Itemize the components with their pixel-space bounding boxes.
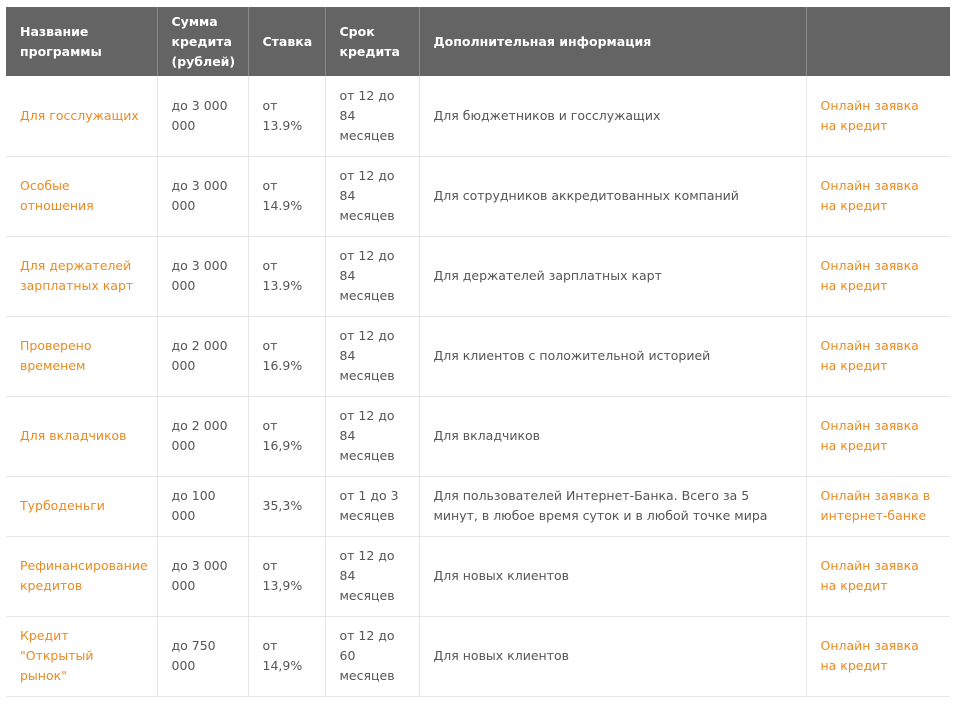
loan-amount-cell: до 3 000 000 — [157, 536, 249, 617]
apply-online-link[interactable]: Онлайн заявка на кредит — [821, 258, 919, 293]
program-name-link[interactable]: Турбоденьги — [6, 476, 158, 537]
program-name-link[interactable]: Для вкладчиков — [6, 396, 158, 477]
term-cell: от 12 до 84 месяцев — [325, 236, 420, 317]
apply-online-cell: Онлайн заявка на кредит — [806, 396, 950, 477]
apply-online-cell: Онлайн заявка на кредит — [806, 536, 950, 617]
info-cell: Для бюджетников и госслужащих — [419, 76, 807, 157]
info-cell: Для держателей зарплатных карт — [419, 236, 807, 317]
apply-online-link[interactable]: Онлайн заявка на кредит — [821, 98, 919, 133]
program-name-link-text[interactable]: Особые отношения — [20, 178, 94, 213]
apply-online-link[interactable]: Онлайн заявка на кредит — [821, 638, 919, 673]
apply-online-link[interactable]: Онлайн заявка на кредит — [821, 418, 919, 453]
table-header-row: Название программы Сумма кредита (рублей… — [6, 7, 950, 76]
table-row: Кредит "Открытый рынок" до 750 000 от 14… — [6, 616, 950, 697]
program-name-link-text[interactable]: Турбоденьги — [20, 498, 105, 513]
rate-cell: от 13.9% — [248, 76, 326, 157]
info-cell: Для вкладчиков — [419, 396, 807, 477]
rate-cell: 35,3% — [248, 476, 326, 537]
loan-amount-cell: до 3 000 000 — [157, 76, 249, 157]
program-name-link[interactable]: Проверено временем — [6, 316, 158, 397]
rate-cell: от 13,9% — [248, 536, 326, 617]
header-loan-amount: Сумма кредита (рублей) — [157, 7, 249, 76]
table-row: Турбоденьги до 100 000 35,3% от 1 до 3 м… — [6, 476, 950, 537]
table-row: Рефинансирование кредитов до 3 000 000 о… — [6, 536, 950, 617]
table-row: Особые отношения до 3 000 000 от 14.9% о… — [6, 156, 950, 237]
apply-online-link[interactable]: Онлайн заявка на кредит — [821, 558, 919, 593]
info-cell: Для новых клиентов — [419, 536, 807, 617]
program-name-link[interactable]: Для госслужащих — [6, 76, 158, 157]
info-cell: Для новых клиентов — [419, 616, 807, 697]
apply-online-cell: Онлайн заявка на кредит — [806, 156, 950, 237]
loan-amount-cell: до 2 000 000 — [157, 316, 249, 397]
term-cell: от 12 до 84 месяцев — [325, 396, 420, 477]
info-cell: Для пользователей Интернет-Банка. Всего … — [419, 476, 807, 537]
apply-online-cell: Онлайн заявка на кредит — [806, 76, 950, 157]
apply-online-cell: Онлайн заявка на кредит — [806, 316, 950, 397]
apply-online-cell: Онлайн заявка в интернет-банке — [806, 476, 950, 537]
table-row: Для держателей зарплатных карт до 3 000 … — [6, 236, 950, 317]
program-name-link[interactable]: Для держателей зарплатных карт — [6, 236, 158, 317]
term-cell: от 12 до 60 месяцев — [325, 616, 420, 697]
header-rate: Ставка — [248, 7, 326, 76]
program-name-link-text[interactable]: Кредит "Открытый рынок" — [20, 628, 94, 683]
program-name-link[interactable]: Кредит "Открытый рынок" — [6, 616, 158, 697]
header-action — [806, 7, 950, 76]
apply-online-link[interactable]: Онлайн заявка на кредит — [821, 178, 919, 213]
rate-cell: от 16,9% — [248, 396, 326, 477]
term-cell: от 12 до 84 месяцев — [325, 536, 420, 617]
loan-amount-cell: до 750 000 — [157, 616, 249, 697]
apply-online-cell: Онлайн заявка на кредит — [806, 616, 950, 697]
loan-programs-table: Название программы Сумма кредита (рублей… — [6, 7, 950, 697]
header-loan-term: Срок кредита — [325, 7, 420, 76]
program-name-link-text[interactable]: Проверено временем — [20, 338, 91, 373]
info-cell: Для клиентов с положительной историей — [419, 316, 807, 397]
apply-online-cell: Онлайн заявка на кредит — [806, 236, 950, 317]
term-cell: от 12 до 84 месяцев — [325, 156, 420, 237]
term-cell: от 12 до 84 месяцев — [325, 76, 420, 157]
program-name-link-text[interactable]: Для госслужащих — [20, 108, 139, 123]
loan-amount-cell: до 2 000 000 — [157, 396, 249, 477]
header-additional-info: Дополнительная информация — [419, 7, 807, 76]
program-name-link[interactable]: Особые отношения — [6, 156, 158, 237]
program-name-link-text[interactable]: Для держателей зарплатных карт — [20, 258, 133, 293]
program-name-link[interactable]: Рефинансирование кредитов — [6, 536, 158, 617]
rate-cell: от 16.9% — [248, 316, 326, 397]
header-program-name: Название программы — [6, 7, 158, 76]
table-row: Для госслужащих до 3 000 000 от 13.9% от… — [6, 76, 950, 157]
rate-cell: от 14,9% — [248, 616, 326, 697]
table-row: Для вкладчиков до 2 000 000 от 16,9% от … — [6, 396, 950, 477]
term-cell: от 12 до 84 месяцев — [325, 316, 420, 397]
program-name-link-text[interactable]: Для вкладчиков — [20, 428, 127, 443]
rate-cell: от 14.9% — [248, 156, 326, 237]
info-cell: Для сотрудников аккредитованных компаний — [419, 156, 807, 237]
table-row: Проверено временем до 2 000 000 от 16.9%… — [6, 316, 950, 397]
loan-amount-cell: до 100 000 — [157, 476, 249, 537]
term-cell: от 1 до 3 месяцев — [325, 476, 420, 537]
loan-amount-cell: до 3 000 000 — [157, 236, 249, 317]
apply-online-link[interactable]: Онлайн заявка на кредит — [821, 338, 919, 373]
program-name-link-text[interactable]: Рефинансирование кредитов — [20, 558, 148, 593]
rate-cell: от 13.9% — [248, 236, 326, 317]
apply-internet-bank-link[interactable]: Онлайн заявка в интернет-банке — [821, 488, 931, 523]
loan-amount-cell: до 3 000 000 — [157, 156, 249, 237]
